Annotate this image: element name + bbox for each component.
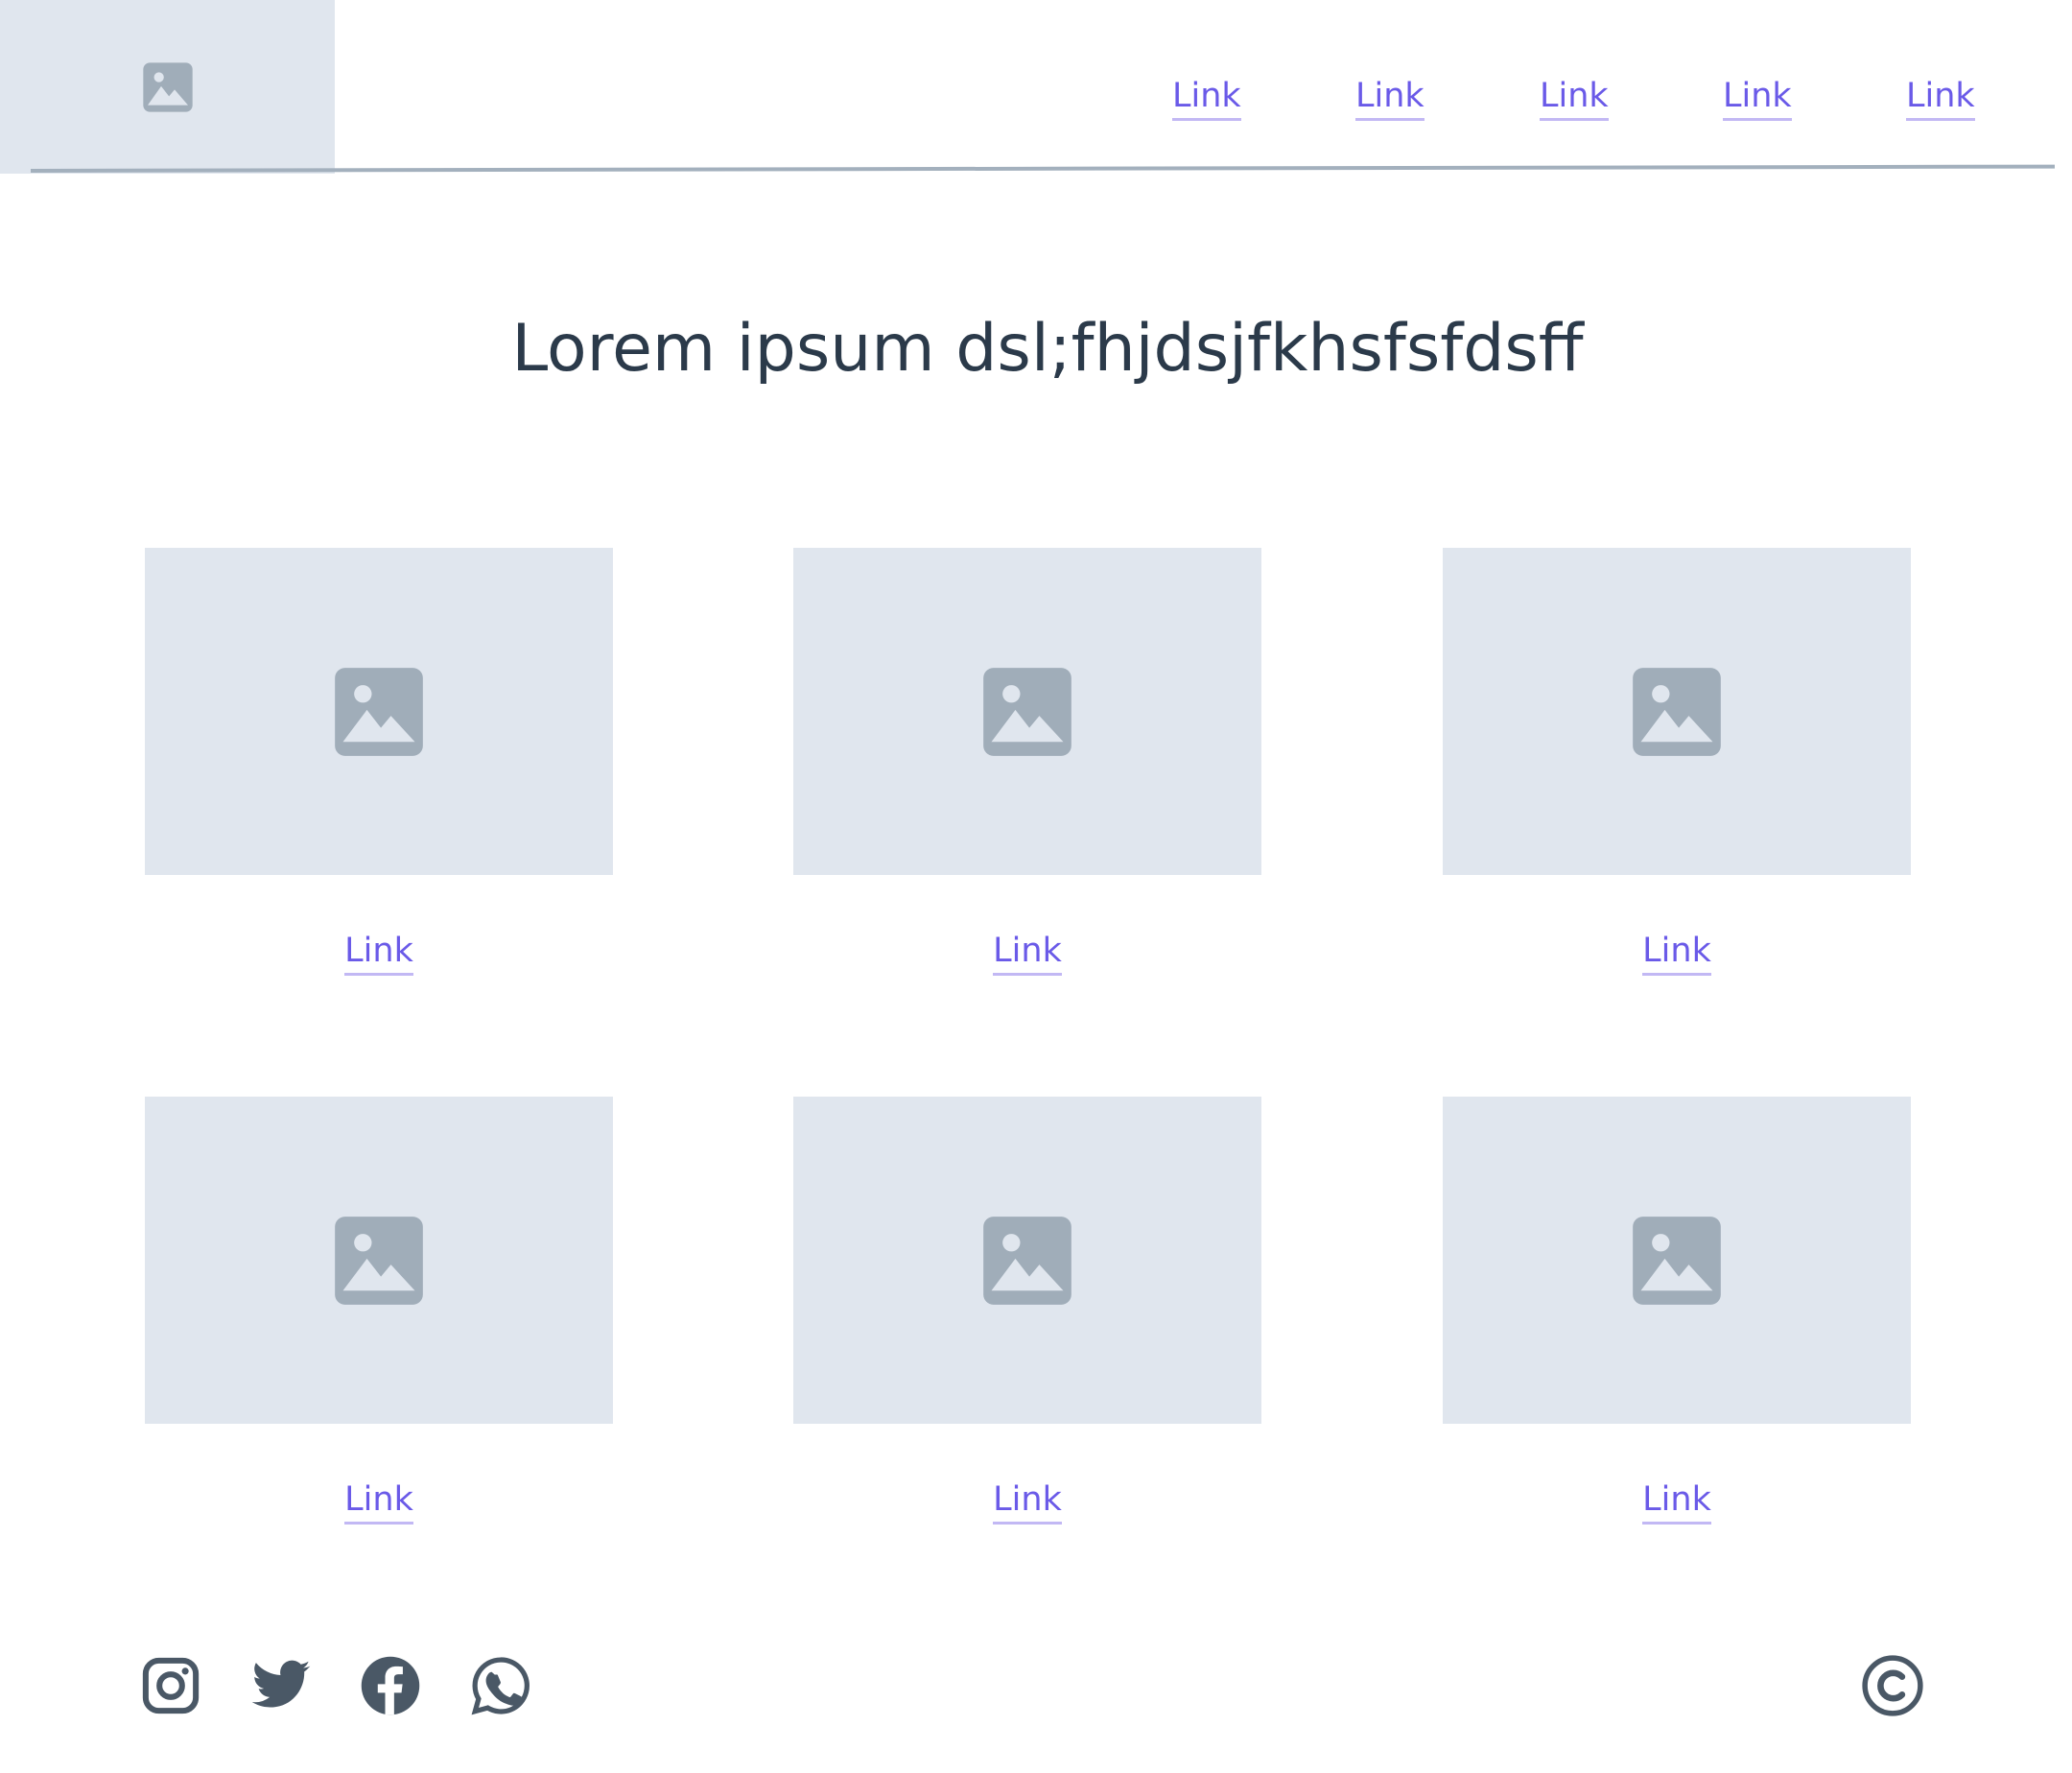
card: Link [1443, 548, 1911, 976]
card-link[interactable]: Link [993, 1478, 1062, 1525]
image-placeholder-icon [1633, 667, 1721, 756]
nav-link-3[interactable]: Link [1540, 75, 1609, 121]
image-placeholder-icon [983, 1216, 1071, 1305]
nav-link-4[interactable]: Link [1723, 75, 1792, 121]
card-image [145, 1097, 613, 1424]
card-image [793, 1097, 1261, 1424]
card-link[interactable]: Link [1642, 1478, 1711, 1525]
nav-link-5[interactable]: Link [1906, 75, 1975, 121]
nav-link-2[interactable]: Link [1355, 75, 1424, 121]
page-title: Lorem ipsum dsl;fhjdsjfkhsfsfdsff [511, 311, 1584, 387]
facebook-icon[interactable] [359, 1654, 422, 1717]
card: Link [793, 1097, 1261, 1525]
card-link[interactable]: Link [344, 930, 413, 976]
instagram-icon[interactable] [139, 1654, 202, 1717]
whatsapp-icon[interactable] [469, 1654, 532, 1717]
card-image [1443, 1097, 1911, 1424]
card-link[interactable]: Link [344, 1478, 413, 1525]
card: Link [145, 548, 613, 976]
main-nav: Link Link Link Link Link [0, 75, 2072, 123]
card-image [793, 548, 1261, 875]
image-placeholder-icon [983, 667, 1071, 756]
card-link[interactable]: Link [993, 930, 1062, 976]
card-image [145, 548, 613, 875]
copyright-icon [1861, 1654, 1924, 1717]
card: Link [1443, 1097, 1911, 1525]
image-placeholder-icon [335, 667, 423, 756]
card: Link [145, 1097, 613, 1525]
image-placeholder-icon [335, 1216, 423, 1305]
nav-link-1[interactable]: Link [1172, 75, 1241, 121]
twitter-icon[interactable] [249, 1654, 313, 1717]
image-placeholder-icon [1633, 1216, 1721, 1305]
card-link[interactable]: Link [1642, 930, 1711, 976]
card-image [1443, 548, 1911, 875]
card: Link [793, 548, 1261, 976]
